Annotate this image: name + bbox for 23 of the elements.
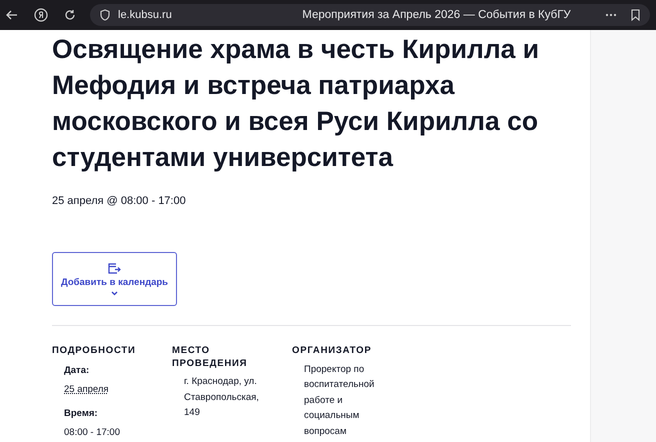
page-title: Мероприятия за Апрель 2026 — События в КубГУ <box>301 9 572 21</box>
section-heading: ОРГАНИЗАТОР <box>292 345 372 358</box>
more-icon[interactable] <box>605 13 617 17</box>
detail-text: г. Краснодар, ул. Ставропольская, 149 <box>184 375 260 420</box>
calendar-export-icon <box>108 262 121 274</box>
address-bar[interactable]: le.kubsu.ru Мероприятия за Апрель 2026 — События в КубГУ <box>90 4 650 26</box>
shield-icon[interactable] <box>100 9 110 21</box>
section-heading: ПОДРОБНОСТИ <box>52 345 137 358</box>
detail-label: Дата: <box>64 364 90 376</box>
chevron-down-icon <box>111 290 118 296</box>
detail-date: 25 апреля <box>64 384 109 394</box>
event-title: Освящение храма в честь Кирилла и Мефодия и встреча патриарха московского и всея Руси Кирилла со студентами университета <box>52 33 540 174</box>
reload-icon[interactable] <box>64 9 76 21</box>
browser-logo-icon[interactable] <box>34 8 48 22</box>
detail-text: Проректор по воспитательной работе и социальным вопросам <box>304 362 376 439</box>
detail-value: 08:00 - 17:00 <box>64 426 120 438</box>
url-text: le.kubsu.ru <box>118 9 173 21</box>
back-icon[interactable] <box>6 10 18 20</box>
add-to-calendar-button[interactable]: Добавить в календарь <box>52 252 177 306</box>
section-heading: МЕСТО ПРОВЕДЕНИЯ <box>172 345 248 370</box>
detail-label: Время: <box>64 408 98 418</box>
event-schedule: 25 апреля @ 08:00 - 17:00 <box>52 195 186 207</box>
bookmark-icon[interactable] <box>631 9 640 21</box>
